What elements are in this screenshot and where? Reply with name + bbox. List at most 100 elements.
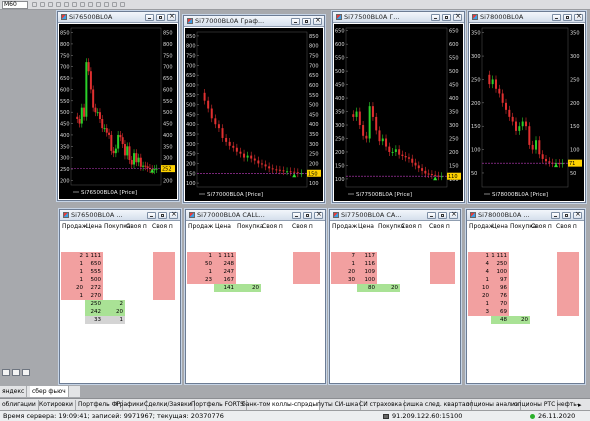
sell-volume-cell[interactable]: 1 bbox=[187, 252, 214, 260]
chart-window[interactable]: Si76500BL0A 850 850 800 800 750 750 700 700 650 6… bbox=[57, 11, 179, 201]
order-book[interactable]: Продаж Цена Покупка Своя п Своя п11 111 4 250 4… bbox=[468, 222, 583, 382]
order-book-window[interactable]: Si78000BL0A ... ПродажЦенаПокупкаСвоя пС… bbox=[466, 209, 585, 384]
minimize-button[interactable] bbox=[431, 14, 440, 21]
price-cell[interactable]: 70 bbox=[491, 300, 509, 308]
column-header[interactable]: Цена bbox=[492, 223, 508, 230]
close-button[interactable] bbox=[449, 210, 458, 219]
column-header[interactable]: Продаж bbox=[188, 223, 213, 230]
column-header[interactable]: Продаж bbox=[332, 223, 357, 230]
minimize-button[interactable] bbox=[552, 14, 561, 21]
window-titlebar[interactable]: Si76500BL0A bbox=[58, 12, 178, 23]
maximize-button[interactable] bbox=[302, 18, 311, 25]
price-cell[interactable]: 167 bbox=[214, 276, 236, 284]
order-book[interactable]: Продаж Цена Покупка Своя п Своя п21 111 1 650 1… bbox=[61, 222, 179, 382]
minimize-button[interactable] bbox=[145, 14, 154, 21]
maximize-button[interactable] bbox=[442, 14, 451, 21]
price-cell[interactable]: 141 bbox=[214, 284, 236, 292]
price-cell[interactable]: 96 bbox=[491, 284, 509, 292]
toolbar-button[interactable] bbox=[56, 2, 61, 7]
column-header[interactable]: Своя п bbox=[152, 223, 173, 230]
toolbar-button[interactable] bbox=[104, 2, 109, 7]
minimized-window-icon[interactable] bbox=[22, 369, 30, 376]
tab-si-puts[interactable]: путы СИ-шка bbox=[315, 400, 362, 410]
buy-volume-cell[interactable]: 20 bbox=[236, 284, 261, 292]
tab-sber-futures[interactable]: сбер фьюч bbox=[30, 386, 69, 397]
column-header[interactable]: Цена bbox=[358, 223, 374, 230]
sell-volume-cell[interactable]: 1 bbox=[61, 276, 85, 284]
sell-volume-cell[interactable]: 7 bbox=[331, 252, 357, 260]
window-titlebar[interactable]: Si77500BL0A CA... bbox=[330, 210, 460, 221]
sell-volume-cell[interactable]: 4 bbox=[468, 260, 491, 268]
price-chart[interactable]: 650 650 600 600 550 550 500 500 450 450 400 400 350 3… bbox=[334, 24, 463, 201]
window-titlebar[interactable]: Si77500BL0A Г... bbox=[333, 12, 464, 23]
close-button[interactable] bbox=[574, 12, 583, 21]
sell-volume-cell[interactable]: 1 bbox=[61, 292, 85, 300]
column-header[interactable]: Покупка bbox=[237, 223, 264, 230]
order-book-window[interactable]: Si76500BL0A ... ПродажЦенаПокупкаСвоя пС… bbox=[59, 209, 181, 384]
tab-si-next-quarter[interactable]: сишка след. квартал bbox=[401, 400, 473, 410]
toolbar-button[interactable] bbox=[40, 2, 45, 7]
price-cell[interactable]: 250 bbox=[85, 300, 103, 308]
sell-volume-cell[interactable]: 20 bbox=[331, 268, 357, 276]
sell-volume-cell[interactable]: 1 bbox=[468, 252, 491, 260]
column-header[interactable]: Своя п bbox=[292, 223, 313, 230]
maximize-button[interactable] bbox=[303, 212, 312, 219]
price-cell[interactable]: 500 bbox=[85, 276, 103, 284]
candlestick-chart[interactable]: 850 850 800 800 750 750 700 700 650 650 600 600 550 5… bbox=[59, 24, 177, 199]
price-chart[interactable]: 350 350 300 300 250 250 200 200 150 150 100 100 50 50… bbox=[470, 24, 584, 201]
sell-volume-cell[interactable]: 50 bbox=[187, 260, 214, 268]
sell-volume-cell[interactable]: 30 bbox=[331, 276, 357, 284]
price-cell[interactable]: 1 111 bbox=[85, 252, 103, 260]
tab-si-insurance[interactable]: СИ страховка bbox=[357, 400, 405, 410]
buy-volume-cell[interactable]: 1 bbox=[103, 316, 125, 324]
toolbar-button[interactable] bbox=[72, 2, 77, 7]
sell-volume-cell[interactable]: 23 bbox=[187, 276, 214, 284]
toolbar-button[interactable] bbox=[96, 2, 101, 7]
candlestick-chart[interactable]: 350 350 300 300 250 250 200 200 150 150 100 100 50 50… bbox=[470, 24, 584, 201]
sell-volume-cell[interactable]: 1 bbox=[331, 260, 357, 268]
candlestick-chart[interactable]: 850 850 800 800 750 750 700 700 650 650 600 600 550 5… bbox=[185, 28, 323, 201]
order-book[interactable]: Продаж Цена Покупка Своя п Своя п 7 117 1 116 20 1… bbox=[331, 222, 459, 382]
sell-volume-cell[interactable]: 4 bbox=[468, 268, 491, 276]
maximize-button[interactable] bbox=[156, 14, 165, 21]
price-cell[interactable]: 116 bbox=[357, 260, 377, 268]
price-cell[interactable]: 100 bbox=[491, 268, 509, 276]
chart-window[interactable]: Si77000BL0A Граф... 850 850 800 800 750 750 70… bbox=[183, 15, 325, 203]
chart-window[interactable]: Si78000BL0A 350 350 300 300 250 250 200 200 150 1… bbox=[468, 11, 586, 203]
tab-quotes[interactable]: Котировки bbox=[37, 400, 76, 410]
column-header[interactable]: Своя п bbox=[531, 223, 552, 230]
price-cell[interactable]: 247 bbox=[214, 268, 236, 276]
buy-volume-cell[interactable]: 20 bbox=[103, 308, 125, 316]
tab-call-spreads[interactable]: коллы-спрэды bbox=[270, 400, 321, 410]
price-chart[interactable]: 850 850 800 800 750 750 700 700 650 650 600 600 550 5… bbox=[185, 28, 323, 201]
price-cell[interactable]: 80 bbox=[357, 284, 377, 292]
tab-portfolio-forts[interactable]: Портфель FORTS bbox=[189, 400, 247, 410]
column-header[interactable]: Продаж bbox=[62, 223, 87, 230]
sell-volume-cell[interactable]: 1 bbox=[61, 260, 85, 268]
minimize-button[interactable] bbox=[551, 212, 560, 219]
toolbar-button[interactable] bbox=[32, 2, 37, 7]
price-cell[interactable]: 69 bbox=[491, 308, 509, 316]
window-titlebar[interactable]: Si77000BL0A Граф... bbox=[184, 16, 324, 27]
sell-volume-cell[interactable]: 2 bbox=[61, 252, 85, 260]
price-cell[interactable]: 48 bbox=[491, 316, 509, 324]
column-header[interactable]: Своя п bbox=[262, 223, 283, 230]
maximize-button[interactable] bbox=[158, 212, 167, 219]
window-titlebar[interactable]: Si77000BL0A CALL... bbox=[186, 210, 325, 221]
sell-volume-cell[interactable]: 3 bbox=[468, 308, 491, 316]
price-cell[interactable]: 76 bbox=[491, 292, 509, 300]
column-header[interactable]: Своя п bbox=[556, 223, 577, 230]
chart-window[interactable]: Si77500BL0A Г... 650 650 600 600 550 550 500 50… bbox=[332, 11, 465, 203]
tab-yandex[interactable]: яндекс bbox=[0, 386, 28, 397]
toolbar-button[interactable] bbox=[120, 2, 125, 7]
price-cell[interactable]: 248 bbox=[214, 260, 236, 268]
toolbar-button[interactable] bbox=[88, 2, 93, 7]
sell-volume-cell[interactable]: 1 bbox=[61, 268, 85, 276]
order-book[interactable]: Продаж Цена Покупка Своя п Своя п11 111 50 248… bbox=[187, 222, 324, 382]
close-button[interactable] bbox=[313, 16, 322, 25]
close-button[interactable] bbox=[169, 210, 178, 219]
price-cell[interactable]: 270 bbox=[85, 292, 103, 300]
price-cell[interactable]: 650 bbox=[85, 260, 103, 268]
toolbar-button[interactable] bbox=[80, 2, 85, 7]
price-cell[interactable]: 242 bbox=[85, 308, 103, 316]
